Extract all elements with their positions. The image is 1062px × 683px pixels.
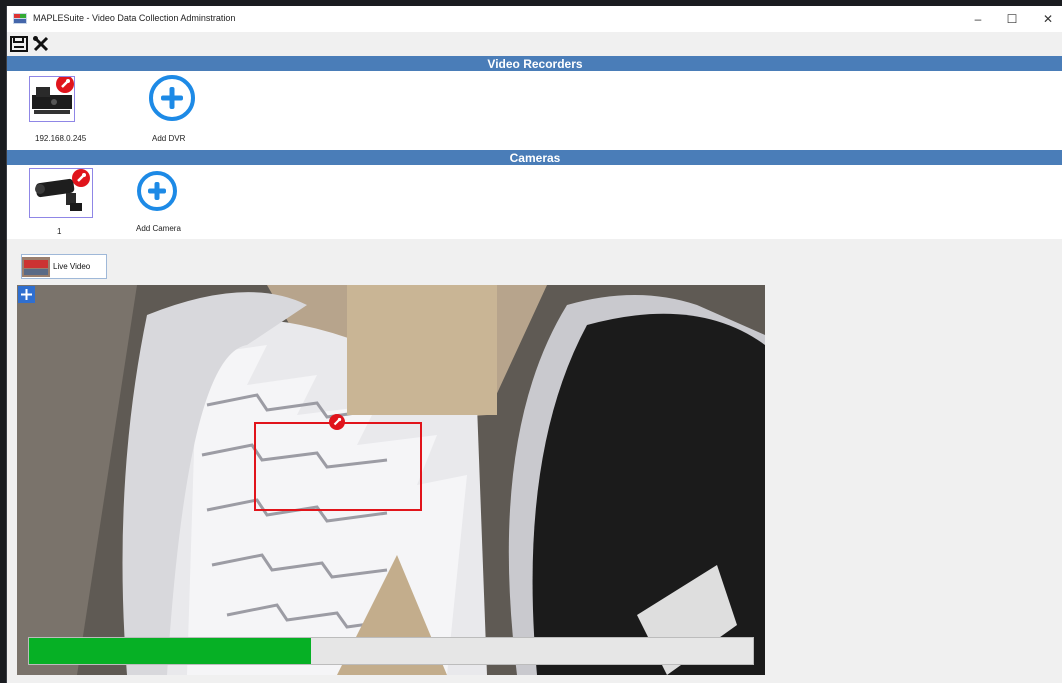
add-camera-button[interactable]: Add Camera xyxy=(133,171,193,237)
camera-label: 1 xyxy=(57,227,62,236)
tools-icon xyxy=(33,36,49,52)
maximize-button[interactable]: ☐ xyxy=(997,9,1027,29)
dvr-label: 192.168.0.245 xyxy=(35,134,87,143)
minimize-button[interactable]: – xyxy=(963,9,993,29)
title-bar[interactable]: MAPLESuite - Video Data Collection Admin… xyxy=(7,6,1062,32)
detection-progress-bar xyxy=(28,637,754,665)
live-video-feed[interactable] xyxy=(17,285,765,675)
add-dvr-label: Add DVR xyxy=(152,134,186,143)
save-button[interactable] xyxy=(9,35,29,53)
wrench-icon xyxy=(61,79,70,88)
add-roi-button[interactable] xyxy=(18,286,35,303)
save-icon xyxy=(10,36,28,52)
cameras-panel: 1 Add Camera xyxy=(7,165,1062,239)
plus-icon xyxy=(21,289,32,300)
tab-live-video-label: Live Video xyxy=(53,262,91,271)
add-camera-icon xyxy=(137,171,177,211)
close-icon: ✕ xyxy=(1042,12,1054,26)
roi-rectangle[interactable] xyxy=(254,414,422,511)
dvr-thumbnail xyxy=(29,76,75,122)
roi-config-badge[interactable] xyxy=(329,414,345,430)
video-recorders-header: Video Recorders xyxy=(7,56,1062,71)
close-button[interactable]: ✕ xyxy=(1033,9,1062,29)
cameras-header: Cameras xyxy=(7,150,1062,165)
application-window: MAPLESuite - Video Data Collection Admin… xyxy=(6,6,1062,683)
camera-item[interactable]: 1 xyxy=(29,168,93,236)
progress-fill xyxy=(29,638,312,664)
toolbar xyxy=(7,32,1062,56)
live-video-icon xyxy=(22,256,50,277)
wrench-icon xyxy=(333,417,342,426)
tab-live-video[interactable]: Live Video xyxy=(21,254,107,279)
wrench-icon xyxy=(77,173,86,182)
camera-error-badge xyxy=(72,169,90,187)
video-recorders-panel: 192.168.0.245 Add DVR xyxy=(7,71,1062,150)
window-title: MAPLESuite - Video Data Collection Admin… xyxy=(33,13,236,23)
camera-thumbnail xyxy=(29,168,93,218)
minimize-icon: – xyxy=(974,12,982,26)
add-dvr-icon xyxy=(149,75,195,121)
app-icon xyxy=(13,13,27,24)
add-dvr-button[interactable]: Add DVR xyxy=(147,75,197,147)
settings-button[interactable] xyxy=(31,35,51,53)
add-camera-label: Add Camera xyxy=(136,224,181,233)
dvr-item[interactable]: 192.168.0.245 xyxy=(29,76,101,148)
maximize-icon: ☐ xyxy=(1006,12,1018,26)
